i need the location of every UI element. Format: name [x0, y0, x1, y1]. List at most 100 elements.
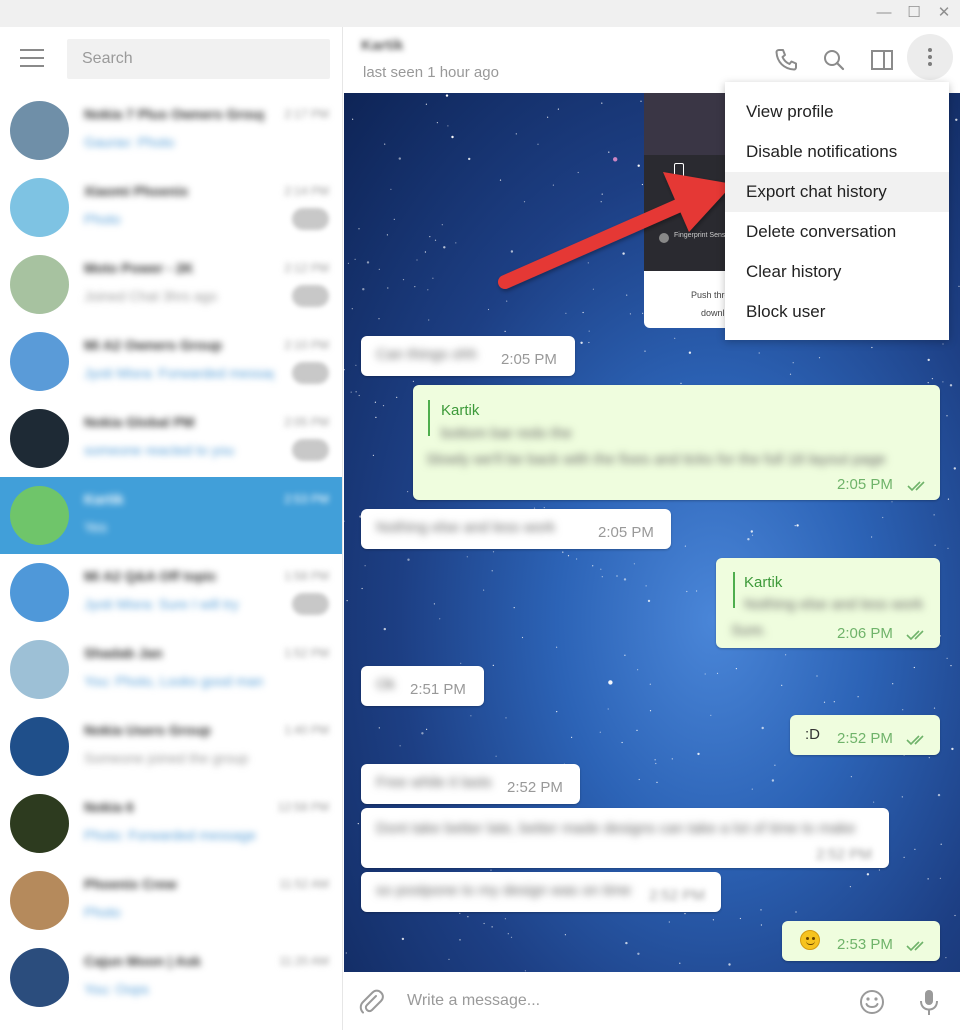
read-checks-icon: [907, 481, 925, 492]
chat-sidebar: Nokia 7 Plus Owners Group 2:17 PM Gaurav…: [0, 27, 343, 1030]
maximize-icon[interactable]: ☐: [902, 3, 926, 23]
chat-preview: Photo: [84, 904, 121, 920]
avatar: [10, 794, 69, 853]
chat-preview: You: Oops: [84, 981, 149, 997]
message-time: 2:52 PM: [507, 779, 563, 796]
chat-preview: Photo: [84, 211, 121, 227]
chat-time: 1:58 PM: [284, 569, 329, 583]
telegram-window: — ☐ ✕ Nokia 7 Plus Owners Group 2:17 PM …: [0, 0, 960, 1030]
menu-item-clear-history[interactable]: Clear history: [725, 252, 949, 292]
chat-title: Nokia Global PM: [84, 414, 195, 430]
read-checks-icon: [906, 941, 924, 952]
chat-item[interactable]: Phoenix Crew 11:52 AM Photo: [0, 862, 342, 939]
chat-title: Cajun Moon | Ask: [84, 953, 201, 969]
avatar: [10, 332, 69, 391]
chat-time: 11:52 AM: [279, 877, 329, 891]
chat-item[interactable]: Nokia Global PM 2:05 PM someone reacted …: [0, 400, 342, 477]
unread-badge: [292, 362, 329, 384]
menu-item-block-user[interactable]: Block user: [725, 292, 949, 332]
message-text: so postpone to my design was on time: [376, 882, 632, 899]
unread-badge: [292, 593, 329, 615]
message-bubble-outgoing[interactable]: Kartik bottom bar redo the Slowly we'll …: [413, 385, 940, 500]
chat-item[interactable]: Nokia 6 12:58 PM Photo: Forwarded messag…: [0, 785, 342, 862]
title-bar: — ☐ ✕: [0, 0, 960, 27]
message-bubble-incoming[interactable]: Free while it lasts 2:52 PM: [361, 764, 580, 804]
card-line-2: downl: [701, 308, 725, 318]
message-text: Dont take better late, better made desig…: [376, 820, 856, 837]
message-input[interactable]: [407, 989, 827, 1013]
chat-time: 2:12 PM: [284, 261, 329, 275]
message-time: 2:05 PM: [598, 524, 654, 541]
menu-item-disable-notifications[interactable]: Disable notifications: [725, 132, 949, 172]
message-bubble-incoming[interactable]: Ok 2:51 PM: [361, 666, 484, 706]
chat-time: 2:05 PM: [284, 415, 329, 429]
chat-item-active[interactable]: Kartik 2:53 PM Yes: [0, 477, 342, 554]
reply-author: Kartik: [744, 574, 783, 591]
smiling-face-emoji: [800, 930, 820, 950]
phone-icon[interactable]: [769, 43, 803, 77]
chat-list: Nokia 7 Plus Owners Group 2:17 PM Gaurav…: [0, 92, 342, 1016]
message-bubble-incoming[interactable]: Can things ohh 2:05 PM: [361, 336, 575, 376]
avatar: [10, 409, 69, 468]
minimize-icon[interactable]: —: [872, 3, 896, 23]
chat-item[interactable]: Xiaomi Phoenix 2:14 PM Photo: [0, 169, 342, 246]
chat-preview: Gaurav: Photo: [84, 134, 175, 150]
message-bubble-outgoing[interactable]: 2:53 PM: [782, 921, 940, 961]
chat-preview: Photo: Forwarded message: [84, 827, 256, 843]
chat-time: 1:40 PM: [284, 723, 329, 737]
search-input[interactable]: [67, 39, 330, 79]
menu-item-view-profile[interactable]: View profile: [725, 92, 949, 132]
chat-time: 2:53 PM: [284, 492, 329, 506]
chat-title: Mi A2 Q&A Off topic: [84, 568, 217, 584]
emoji-icon[interactable]: [857, 987, 887, 1017]
chat-item[interactable]: Nokia 7 Plus Owners Group 2:17 PM Gaurav…: [0, 92, 342, 169]
chat-item[interactable]: Mi A2 Q&A Off topic 1:58 PM Jyoti Misra:…: [0, 554, 342, 631]
more-options-button[interactable]: [907, 34, 953, 80]
search-icon[interactable]: [817, 43, 851, 77]
close-icon[interactable]: ✕: [932, 3, 956, 23]
avatar: [10, 255, 69, 314]
more-vertical-icon: [928, 48, 932, 52]
menu-item-export-chat-history[interactable]: Export chat history: [725, 172, 949, 212]
read-checks-icon: [906, 630, 924, 641]
reply-text: bottom bar redo the: [441, 425, 572, 442]
unread-badge: [292, 208, 329, 230]
message-time: 2:05 PM: [501, 351, 557, 368]
sidebar-toggle-icon[interactable]: [865, 43, 899, 77]
message-bubble-incoming[interactable]: so postpone to my design was on time 2:5…: [361, 872, 721, 912]
message-time: 2:51 PM: [410, 681, 466, 698]
chat-item[interactable]: Nokia Users Group 1:40 PM Someone joined…: [0, 708, 342, 785]
chat-time: 12:58 PM: [277, 800, 329, 814]
chat-preview: You: Photo, Looks good man: [84, 673, 264, 689]
chat-title: Phoenix Crew: [84, 876, 177, 892]
menu-item-delete-conversation[interactable]: Delete conversation: [725, 212, 949, 252]
chat-item[interactable]: Moto Power - 2K 2:12 PM Joined Chat 3hrs…: [0, 246, 342, 323]
message-bubble-incoming[interactable]: Nothing else and less work 2:05 PM: [361, 509, 671, 549]
chat-item[interactable]: Mi A2 Owners Group 2:10 PM Jyoti Misra: …: [0, 323, 342, 400]
message-bubble-incoming[interactable]: Dont take better late, better made desig…: [361, 808, 889, 868]
menu-icon[interactable]: [20, 49, 44, 67]
message-composer: [344, 972, 960, 1030]
message-time: 2:05 PM: [837, 476, 893, 493]
chat-preview: someone reacted to you: [84, 442, 235, 458]
chat-time: 2:14 PM: [284, 184, 329, 198]
microphone-icon[interactable]: [914, 987, 944, 1017]
message-text: Sure.: [731, 622, 767, 639]
annotation-arrow: [498, 172, 733, 289]
attach-icon[interactable]: [356, 987, 386, 1017]
chat-time: 2:10 PM: [284, 338, 329, 352]
message-bubble-outgoing[interactable]: :D 2:52 PM: [790, 715, 940, 755]
chat-time: 1:52 PM: [284, 646, 329, 660]
message-text: Can things ohh: [376, 346, 477, 363]
chat-item[interactable]: Shadab Jan 1:52 PM You: Photo, Looks goo…: [0, 631, 342, 708]
avatar: [10, 948, 69, 1007]
avatar: [10, 178, 69, 237]
chat-title: Xiaomi Phoenix: [84, 183, 189, 199]
message-text: Nothing else and less work: [376, 519, 556, 536]
chat-item[interactable]: Cajun Moon | Ask 11:20 AM You: Oops: [0, 939, 342, 1016]
chat-preview: Joined Chat 3hrs ago: [84, 288, 218, 304]
message-bubble-outgoing[interactable]: Kartik Nothing else and less work Sure. …: [716, 558, 940, 648]
chat-preview: Someone joined the group: [84, 750, 249, 766]
message-text: Ok: [376, 676, 396, 693]
contact-name[interactable]: Kartik: [361, 37, 404, 54]
